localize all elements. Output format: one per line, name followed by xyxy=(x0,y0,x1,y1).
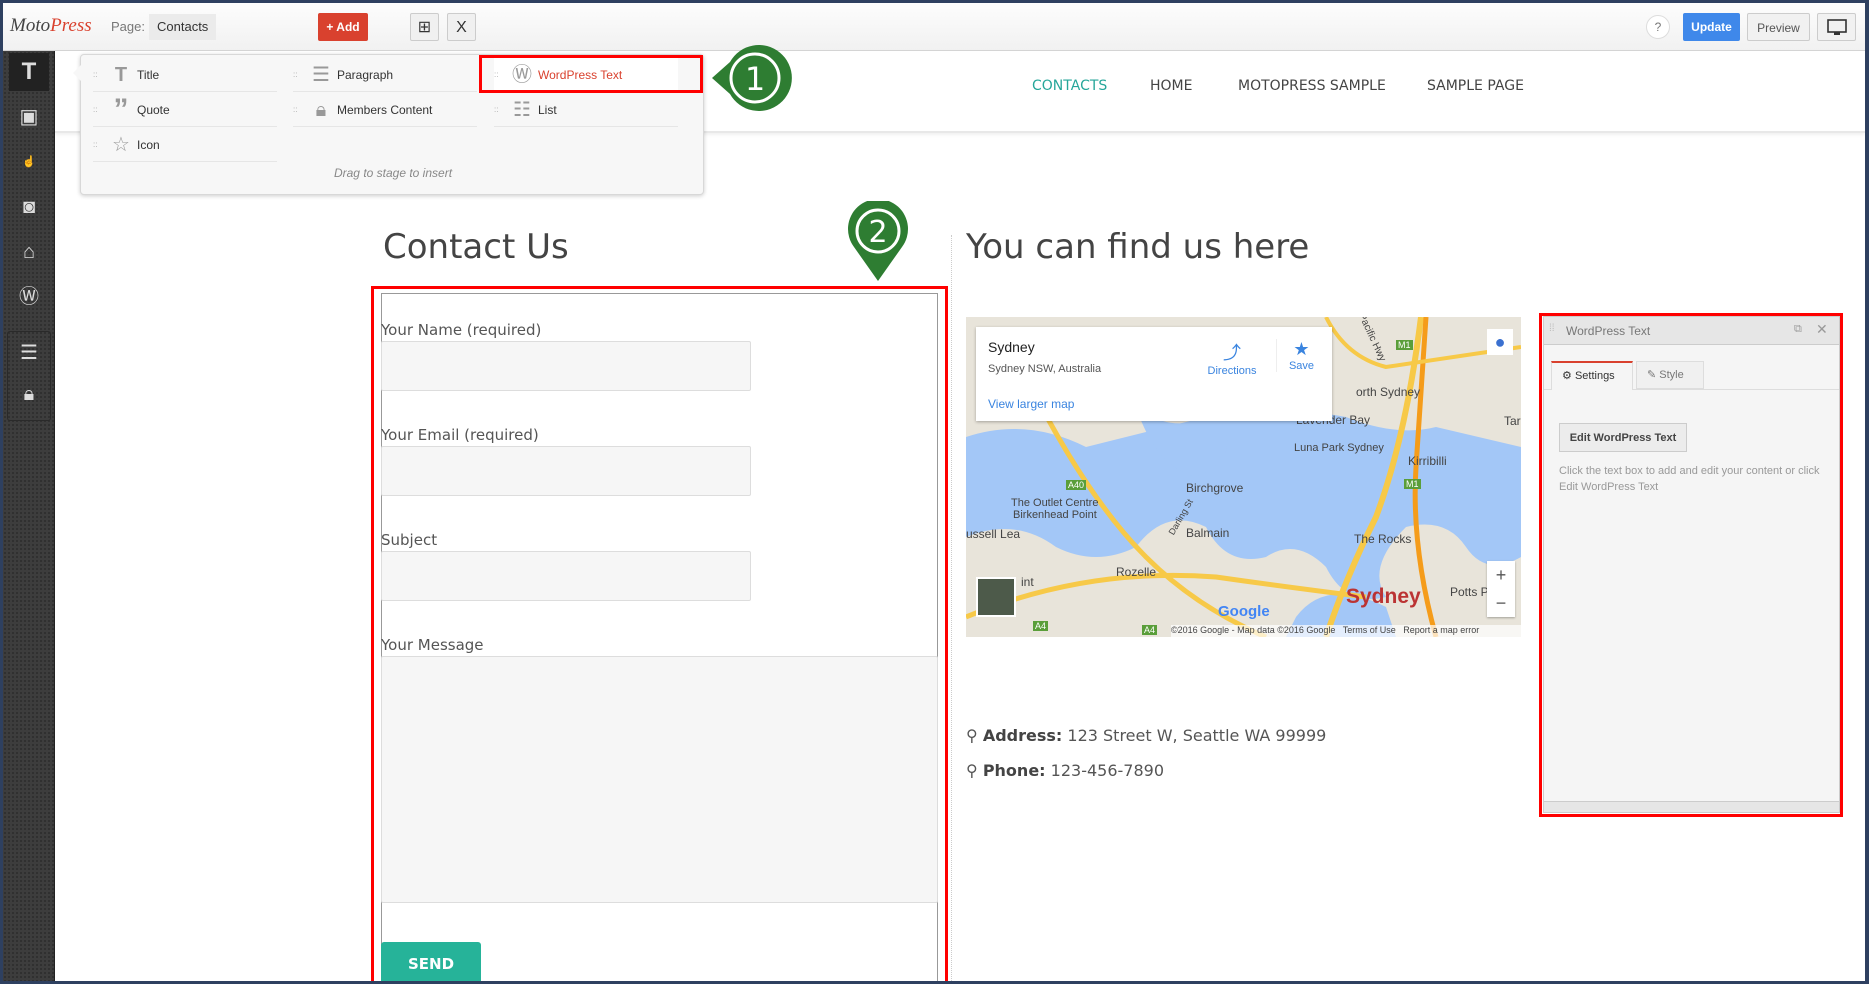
highlight-settings-panel xyxy=(1539,313,1843,817)
map-title: You can find us here xyxy=(966,227,1310,267)
contact-title: Contact Us xyxy=(383,227,569,267)
save-button[interactable]: ★ Save xyxy=(1276,339,1326,372)
google-map[interactable]: orth Sydney Lavender Bay Luna Park Sydne… xyxy=(966,317,1521,637)
device-toggle-button[interactable] xyxy=(1817,13,1856,41)
terms-link[interactable]: Terms of Use xyxy=(1343,625,1396,635)
map-info-card: Sydney Sydney NSW, Australia View larger… xyxy=(976,327,1332,421)
add-button[interactable]: + Add xyxy=(318,13,368,41)
duplicate-icon[interactable]: ⊞ xyxy=(410,13,439,41)
update-button[interactable]: Update xyxy=(1683,13,1740,41)
page-selector[interactable]: Contacts xyxy=(149,14,217,40)
street-view-pegman-icon[interactable]: ● xyxy=(1487,329,1513,355)
top-toolbar: MotoPress Page: Contacts + Add ⊞ X ? Upd… xyxy=(3,3,1865,51)
star-icon: ☆ xyxy=(112,134,130,156)
highlight-contact-form xyxy=(371,286,948,981)
list-icon: ☷ xyxy=(513,99,531,121)
preview-button[interactable]: Preview xyxy=(1747,13,1810,41)
step-2-marker: 2 xyxy=(848,201,908,281)
address-line: ⚲ Address: 123 Street W, Seattle WA 9999… xyxy=(966,726,1327,745)
widget-sidebar: T ▣ ☝ ◙ ⌂ Ⓦ ☰ 🔒︎ xyxy=(3,51,55,981)
widget-quote[interactable]: ::” Quote xyxy=(93,93,277,127)
button-click-icon[interactable]: ☝ xyxy=(9,143,49,181)
map-place: Sydney xyxy=(988,339,1035,355)
step-1-number: 1 xyxy=(745,60,765,98)
help-button[interactable]: ? xyxy=(1646,15,1670,39)
phone-line: ⚲ Phone: 123-456-7890 xyxy=(966,761,1164,780)
highlight-wordpress-text xyxy=(479,55,703,93)
google-logo: Google xyxy=(1218,603,1270,620)
nav-home[interactable]: HOME xyxy=(1150,78,1192,94)
image-icon[interactable]: ▣ xyxy=(9,98,49,136)
satellite-toggle[interactable] xyxy=(976,577,1016,617)
editor-window: MotoPress Page: Contacts + Add ⊞ X ? Upd… xyxy=(3,3,1865,981)
directions-icon: ⤴ xyxy=(1223,343,1241,363)
star-icon: ★ xyxy=(1293,339,1310,359)
lock-icon[interactable]: 🔒︎ xyxy=(9,375,49,413)
map-zoom-control: + − xyxy=(1487,561,1515,617)
motopress-logo: MotoPress xyxy=(10,15,92,36)
column-divider xyxy=(951,235,952,981)
page-label: Page: xyxy=(111,19,145,34)
map-address: Sydney NSW, Australia xyxy=(988,363,1102,375)
monitor-icon xyxy=(1826,19,1847,35)
close-button[interactable]: X xyxy=(447,13,476,41)
widget-paragraph[interactable]: :: ☰ Paragraph xyxy=(293,58,477,92)
layout-icon[interactable]: ☰ xyxy=(9,334,49,372)
video-icon[interactable]: ◙ xyxy=(9,188,49,226)
pin-icon: ⚲ xyxy=(966,761,978,780)
text-icon[interactable]: T xyxy=(9,53,49,91)
zoom-in-button[interactable]: + xyxy=(1487,561,1515,589)
nav-sample-page[interactable]: SAMPLE PAGE xyxy=(1427,78,1524,94)
view-larger-map-link[interactable]: View larger map xyxy=(988,397,1074,411)
title-T-icon: T xyxy=(114,64,128,86)
quote-icon: ” xyxy=(113,93,129,126)
wordpress-icon[interactable]: Ⓦ xyxy=(9,278,49,316)
widget-icon[interactable]: :: ☆ Icon xyxy=(93,128,277,162)
widget-list[interactable]: :: ☷ List xyxy=(494,93,678,127)
widget-title[interactable]: :: T Title xyxy=(93,58,277,92)
box-icon[interactable]: ⌂ xyxy=(9,233,49,271)
map-footer: ©2016 Google - Map data ©2016 Google Ter… xyxy=(1171,625,1521,637)
dropdown-hint: Drag to stage to insert xyxy=(333,166,453,180)
pin-icon: ⚲ xyxy=(966,726,978,745)
paragraph-icon: ☰ xyxy=(312,64,330,86)
step-2-number: 2 xyxy=(868,215,887,250)
report-error-link[interactable]: Report a map error xyxy=(1403,625,1479,635)
directions-button[interactable]: ⤴ Directions xyxy=(1204,339,1260,377)
nav-contacts[interactable]: CONTACTS xyxy=(1032,78,1107,94)
lock-icon: 🔒︎ xyxy=(315,99,327,121)
zoom-out-button[interactable]: − xyxy=(1487,589,1515,617)
widget-members-content[interactable]: :: 🔒︎ Members Content xyxy=(293,93,477,127)
step-1-marker: 1 xyxy=(712,45,792,112)
nav-motopress-sample[interactable]: MOTOPRESS SAMPLE xyxy=(1238,78,1386,94)
